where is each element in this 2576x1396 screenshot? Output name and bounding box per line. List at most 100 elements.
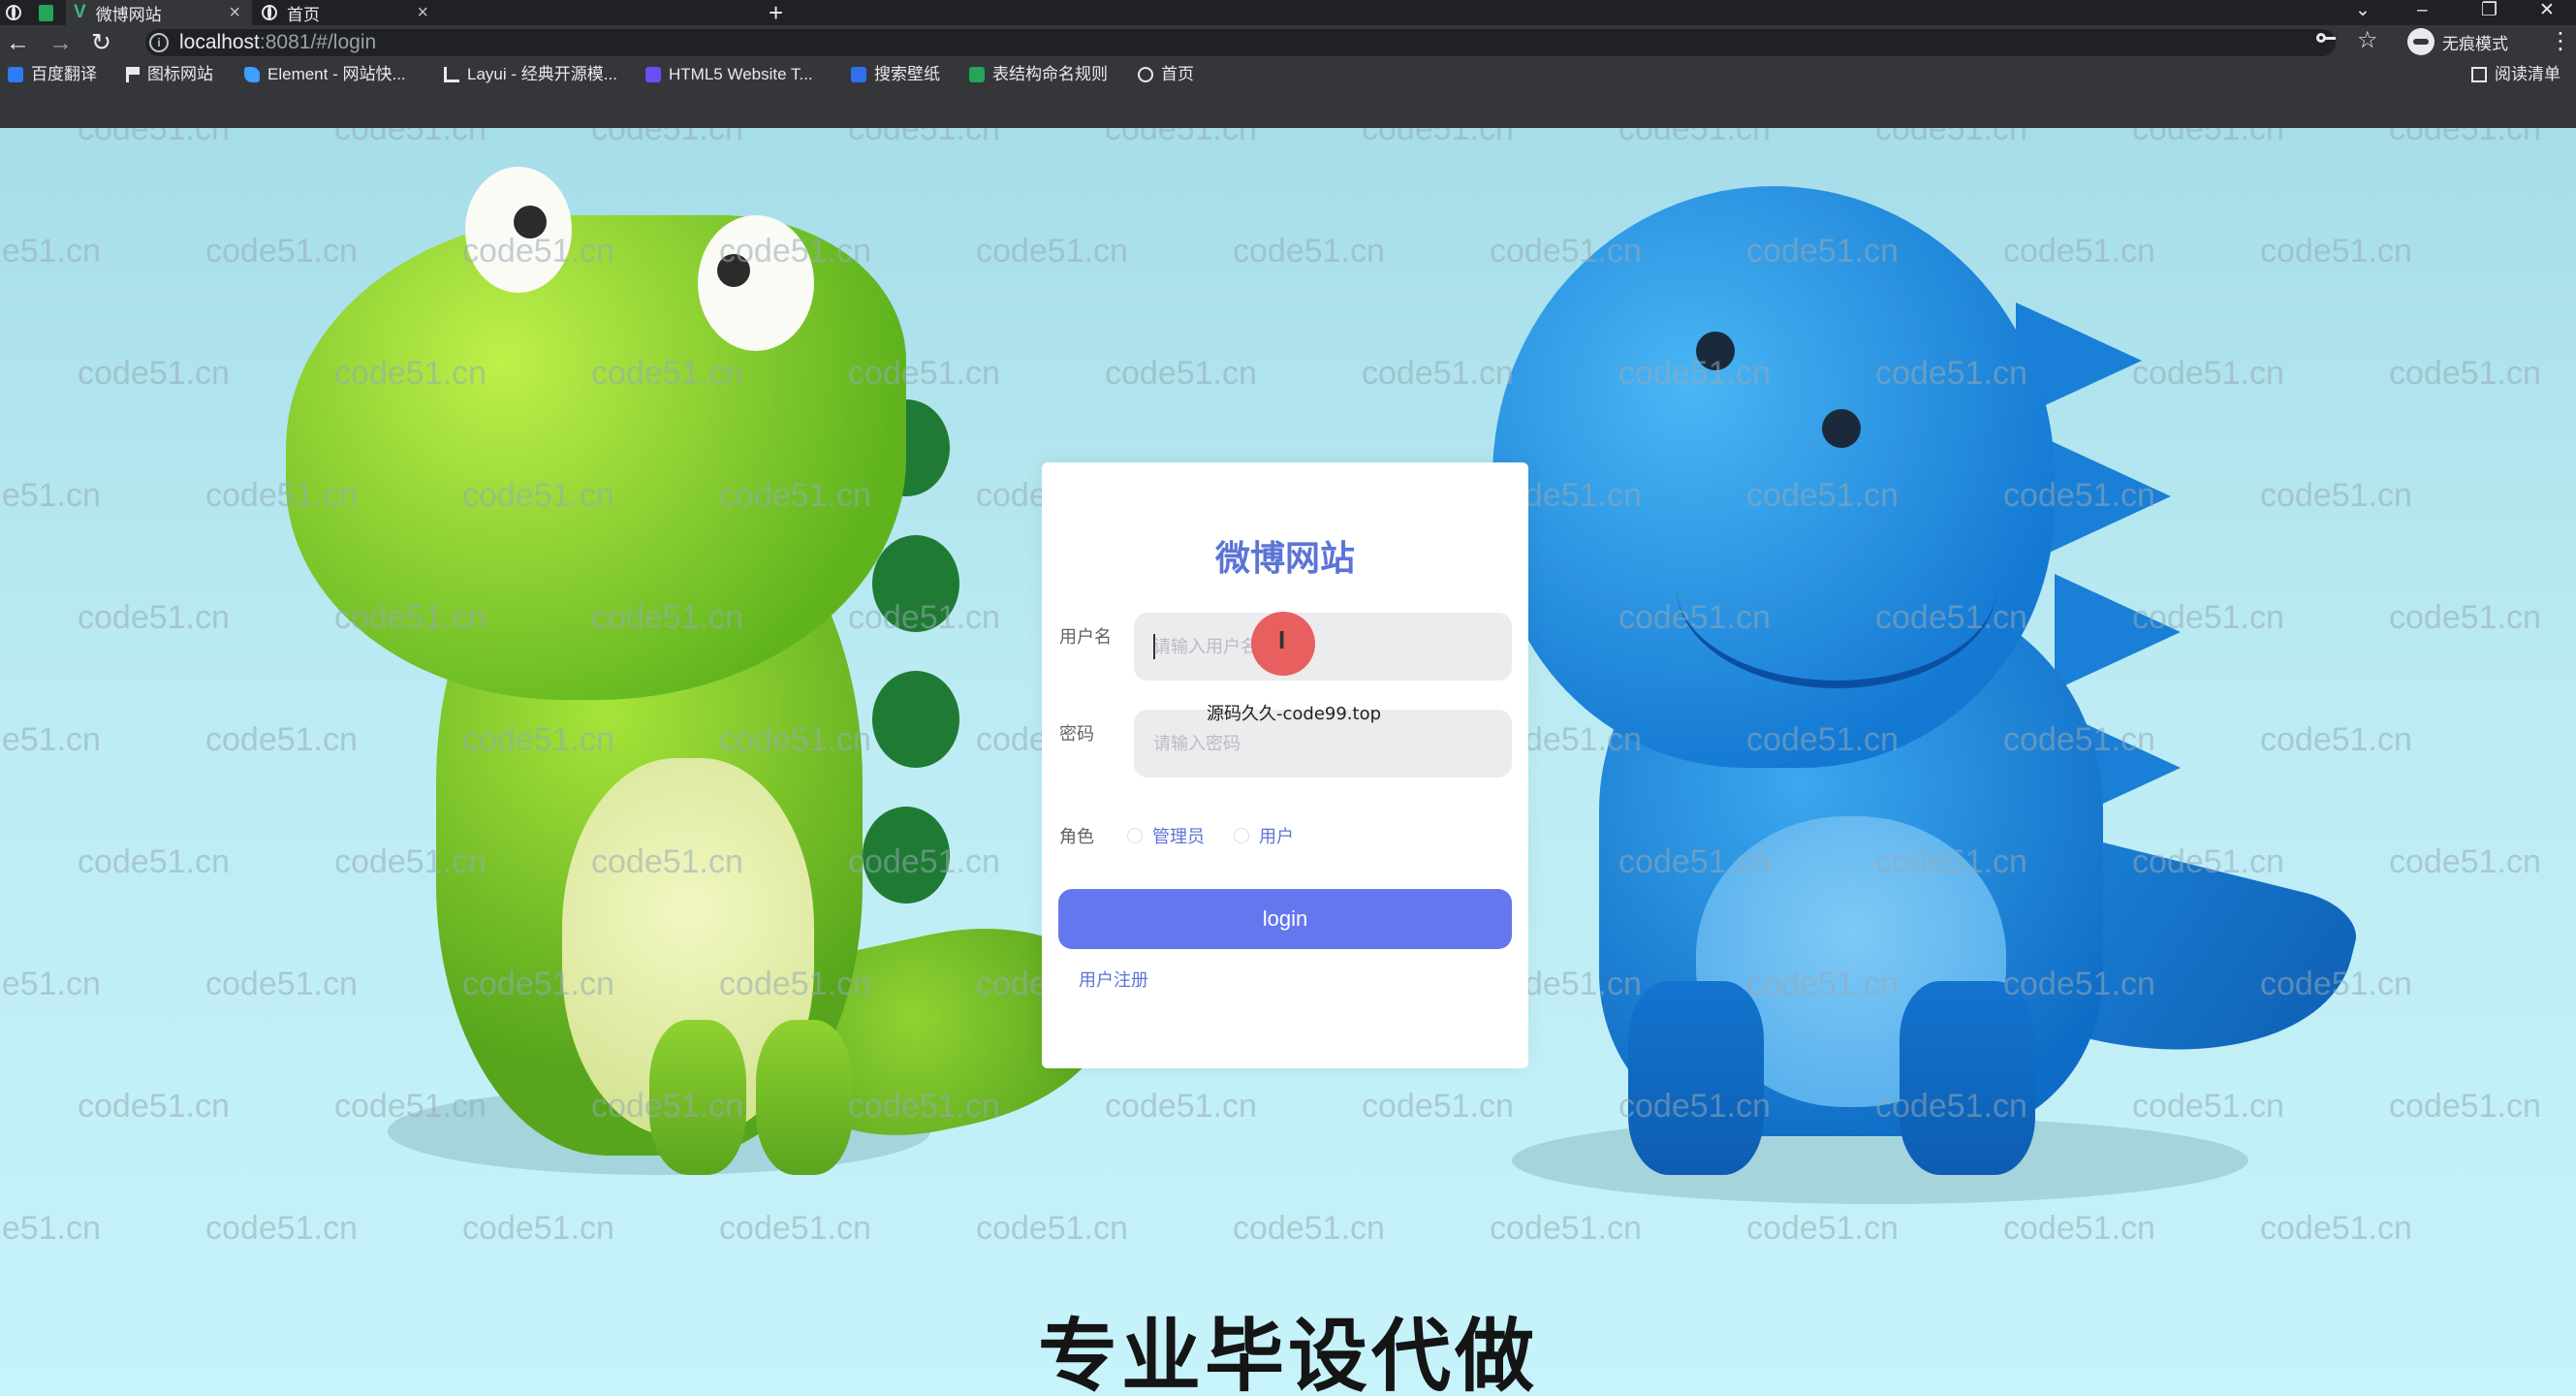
element-icon	[244, 67, 260, 82]
overlay-watermark-text: 源码久久-code99.top	[1207, 704, 1382, 724]
watermark-text: code51.cn	[334, 843, 487, 880]
watermark-text: code51.cn	[1618, 355, 1771, 392]
watermark-text: code51.cn	[719, 477, 871, 514]
watermark-text: code51.cn	[2003, 966, 2155, 1002]
watermark-text: code51.cn	[1746, 721, 1899, 758]
watermark-text: code51.cn	[2260, 477, 2412, 514]
bookmark-item[interactable]: 图标网站	[126, 60, 213, 89]
watermark-text: code51.cn	[719, 721, 871, 758]
role-admin-radio[interactable]: 管理员	[1127, 823, 1205, 848]
watermark-text: code51.cn	[1746, 233, 1899, 270]
sheet-icon	[969, 67, 985, 82]
pinned-sheet-tab[interactable]	[39, 0, 62, 25]
key-icon[interactable]	[2316, 33, 2336, 45]
watermark-text: code51.cn	[334, 1088, 487, 1125]
bookmark-item[interactable]: 百度翻译	[8, 60, 97, 89]
bookmark-item[interactable]: Layui - 经典开源模...	[444, 60, 617, 89]
reading-list-icon	[2471, 67, 2487, 82]
watermark-text: code51.cn	[848, 843, 1000, 880]
watermark-text: code51.cn	[1618, 599, 1771, 636]
watermark-text: code51.cn	[334, 599, 487, 636]
watermark-text: code51.cn	[1875, 128, 2027, 147]
text-cursor-icon: I	[1278, 625, 1286, 654]
watermark-text: code51.cn	[591, 843, 743, 880]
watermark-text: code51.cn	[1618, 1088, 1771, 1125]
restore-button[interactable]: ❐	[2481, 0, 2497, 21]
watermark-text: code51.cn	[1362, 1088, 1514, 1125]
forward-button[interactable]: →	[48, 28, 73, 57]
watermark-text: code51.cn	[1875, 599, 2027, 636]
password-label: 密码	[1059, 724, 1094, 744]
bookmark-item[interactable]: 首页	[1138, 60, 1194, 89]
watermark-text: code51.cn	[2132, 599, 2284, 636]
tab-search-icon[interactable]: ⌄	[2355, 0, 2371, 21]
reading-list-button[interactable]: 阅读清单	[2471, 60, 2560, 89]
bookmark-item[interactable]: Element - 网站快...	[244, 60, 406, 89]
vue-icon: V	[74, 2, 86, 22]
watermark-text: code51.cn	[205, 1210, 358, 1247]
close-tab-icon[interactable]: ×	[417, 0, 428, 25]
login-page: code51.cn code51.cn code51.cn code51.cn code…	[0, 128, 2576, 1396]
watermark-text: code51.cn	[719, 233, 871, 270]
watermark-text: code51.cn	[1875, 843, 2027, 880]
incognito-badge[interactable]: 无痕模式	[2407, 28, 2508, 55]
watermark-text: code51.cn	[205, 721, 358, 758]
chrome-menu-icon[interactable]	[6, 0, 25, 25]
watermark-text: code51.cn	[205, 233, 358, 270]
flag-icon	[126, 67, 140, 82]
watermark-text: code51.cn	[462, 477, 614, 514]
watermark-text: code51.cn	[1618, 843, 1771, 880]
watermark-text: code51.cn	[78, 843, 230, 880]
tab-weibo[interactable]: V 微博网站 ×	[66, 0, 252, 25]
watermark-text: code51.cn	[1362, 128, 1514, 147]
watermark-text: code51.cn	[0, 1210, 101, 1247]
watermark-text: code51.cn	[848, 128, 1000, 147]
reload-button[interactable]: ↻	[91, 28, 111, 57]
watermark-text: code51.cn	[1490, 233, 1642, 270]
watermark-text: code51.cn	[2003, 233, 2155, 270]
close-window-button[interactable]: ✕	[2539, 0, 2555, 21]
back-button[interactable]: ←	[6, 28, 30, 57]
watermark-text: code51.cn	[78, 599, 230, 636]
watermark-text: code51.cn	[2260, 721, 2412, 758]
layui-icon	[444, 67, 459, 82]
watermark-text: code51.cn	[2003, 477, 2155, 514]
watermark-text: code51.cn	[462, 721, 614, 758]
close-tab-icon[interactable]: ×	[229, 0, 240, 25]
bookmark-item[interactable]: 表结构命名规则	[969, 60, 1108, 89]
site-info-icon[interactable]: i	[149, 33, 169, 52]
new-tab-button[interactable]: +	[769, 0, 783, 28]
watermark-text: code51.cn	[2260, 966, 2412, 1002]
watermark-text: code51.cn	[0, 477, 101, 514]
watermark-text: code51.cn	[1362, 355, 1514, 392]
watermark-text: code51.cn	[2389, 1088, 2541, 1125]
watermark-text: code51.cn	[2132, 128, 2284, 147]
watermark-text: code51.cn	[2003, 1210, 2155, 1247]
minimize-button[interactable]: –	[2417, 0, 2428, 21]
radio-circle[interactable]	[1127, 828, 1143, 843]
tab-home[interactable]: 首页 ×	[254, 0, 440, 25]
watermark-text: code51.cn	[0, 721, 101, 758]
register-link[interactable]: 用户注册	[1079, 967, 1148, 992]
browser-toolbar: ← → ↻ i localhost:8081/#/login ☆ 无痕模式 ⋮	[0, 25, 2576, 60]
watermark-text: code51.cn	[1105, 355, 1257, 392]
login-button[interactable]: login	[1058, 889, 1512, 949]
watermark-text: code51.cn	[334, 355, 487, 392]
radio-circle[interactable]	[1234, 828, 1249, 843]
watermark-text: code51.cn	[462, 1210, 614, 1247]
globe-icon	[262, 5, 277, 20]
watermark-text: code51.cn	[848, 599, 1000, 636]
watermark-text: code51.cn	[848, 1088, 1000, 1125]
bookmark-item[interactable]: 搜索壁纸	[851, 60, 940, 89]
username-input[interactable]	[1134, 613, 1512, 681]
url-text[interactable]: localhost:8081/#/login	[179, 29, 376, 56]
bookmark-item[interactable]: HTML5 Website T...	[645, 60, 813, 89]
tab-title: 微博网站	[95, 5, 162, 24]
role-user-radio[interactable]: 用户	[1234, 823, 1294, 848]
more-menu-icon[interactable]: ⋮	[2549, 27, 2572, 55]
watermark-text: code51.cn	[2389, 128, 2541, 147]
watermark-text: code51.cn	[2003, 721, 2155, 758]
address-bar[interactable]: i localhost:8081/#/login	[145, 29, 2336, 56]
bookmark-star-icon[interactable]: ☆	[2357, 26, 2378, 54]
watermark-text: code51.cn	[78, 128, 230, 147]
